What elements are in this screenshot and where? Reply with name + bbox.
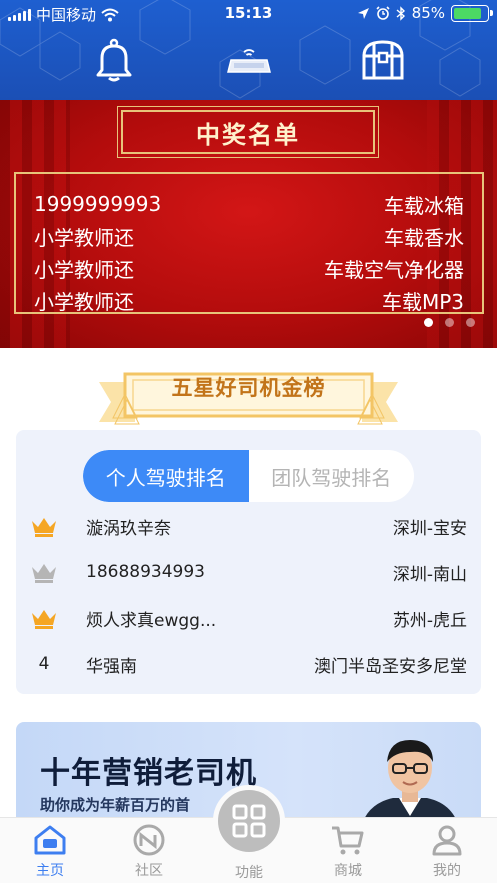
driver-city: 澳门半岛圣安多尼堂 — [314, 656, 467, 677]
bluetooth-icon — [396, 5, 405, 21]
winner-row: 小学教师还 车载空气净化器 — [16, 252, 482, 284]
grid-icon — [232, 804, 266, 838]
tab-mall-label: 商城 — [334, 863, 362, 879]
ranking-row[interactable]: 18688934993 深圳-南山 — [16, 552, 481, 592]
alarm-icon — [376, 6, 390, 20]
tab-profile-label: 我的 — [433, 863, 461, 879]
driver-name: 烦人求真ewgg... — [86, 610, 217, 631]
crown-silver-icon — [16, 561, 72, 583]
winner-name: 小学教师还 — [34, 289, 134, 314]
ranking-row[interactable]: 4 华强南 澳门半岛圣安多尼堂 — [16, 644, 481, 684]
winner-name: 小学教师还 — [34, 225, 134, 250]
treasure-chest-icon[interactable] — [360, 40, 406, 82]
status-bar: 中国移动 15:13 85% — [0, 0, 497, 28]
ranking-tabs: 个人驾驶排名 团队驾驶排名 — [83, 450, 414, 502]
tab-team-ranking[interactable]: 团队驾驶排名 — [249, 450, 415, 502]
winners-list: 1999999993 车载冰箱 小学教师还 车载香水 小学教师还 车载空气净化器… — [14, 172, 484, 314]
rank-number: 4 — [38, 654, 50, 674]
crown-gold-icon — [16, 515, 72, 537]
carousel-dot[interactable] — [466, 318, 475, 327]
tab-functions-label: 功能 — [235, 865, 263, 881]
winner-prize: 车载香水 — [384, 225, 464, 250]
tab-functions[interactable] — [213, 785, 285, 857]
banner-title-frame: 中奖名单 — [117, 106, 379, 158]
promo-title: 十年营销老司机 — [40, 756, 257, 791]
tab-mall[interactable]: 商城 — [313, 824, 383, 880]
winner-row: 1999999993 车载冰箱 — [16, 188, 482, 220]
winner-prize: 车载冰箱 — [384, 193, 464, 218]
tab-community[interactable]: 社区 — [114, 824, 184, 880]
carousel-dot[interactable] — [445, 318, 454, 327]
winner-name: 小学教师还 — [34, 257, 134, 282]
tab-home[interactable]: 主页 — [15, 824, 85, 880]
person-icon — [432, 825, 462, 856]
carousel-dots[interactable] — [424, 318, 475, 327]
community-icon — [133, 824, 165, 856]
bell-icon[interactable] — [94, 38, 134, 82]
winner-prize: 车载MP3 — [381, 289, 464, 314]
app-header: 中国移动 15:13 85% — [0, 0, 497, 100]
driver-city: 深圳-宝安 — [392, 518, 467, 539]
tab-home-label: 主页 — [36, 863, 64, 879]
driver-name: 漩涡玖辛奈 — [86, 518, 171, 539]
location-icon — [357, 7, 369, 19]
ranking-row[interactable]: 烦人求真ewgg... 苏州-虎丘 — [16, 598, 481, 638]
driver-city: 苏州-虎丘 — [392, 610, 467, 631]
device-icon[interactable] — [226, 46, 272, 76]
promo-subtitle: 助你成为年薪百万的首 — [40, 796, 191, 814]
winner-row: 小学教师还 车载MP3 — [16, 284, 482, 314]
winner-name: 1999999993 — [34, 192, 162, 216]
driver-city: 深圳-南山 — [392, 564, 467, 585]
driver-name: 华强南 — [86, 656, 137, 677]
battery-percent: 85% — [411, 4, 445, 22]
tab-profile[interactable]: 我的 — [412, 824, 482, 880]
ranking-card: 个人驾驶排名 团队驾驶排名 漩涡玖辛奈 深圳-宝安 18688934993 深圳… — [16, 430, 481, 694]
winner-row: 小学教师还 车载香水 — [16, 220, 482, 252]
ranking-row[interactable]: 漩涡玖辛奈 深圳-宝安 — [16, 506, 481, 546]
winners-banner[interactable]: 中奖名单 1999999993 车载冰箱 小学教师还 车载香水 小学教师还 车载… — [0, 100, 497, 348]
winner-row-partial — [16, 174, 482, 188]
home-icon — [34, 825, 66, 855]
ranking-title: 五星好司机金榜 — [171, 376, 326, 400]
tab-personal-ranking[interactable]: 个人驾驶排名 — [83, 450, 249, 502]
tab-community-label: 社区 — [135, 863, 163, 879]
cart-icon — [332, 826, 364, 855]
driver-name: 18688934993 — [86, 562, 205, 582]
banner-title: 中奖名单 — [196, 120, 300, 149]
carousel-dot[interactable] — [424, 318, 433, 327]
crown-gold-icon — [16, 607, 72, 629]
winner-prize: 车载空气净化器 — [324, 257, 464, 282]
battery-icon — [451, 4, 493, 22]
